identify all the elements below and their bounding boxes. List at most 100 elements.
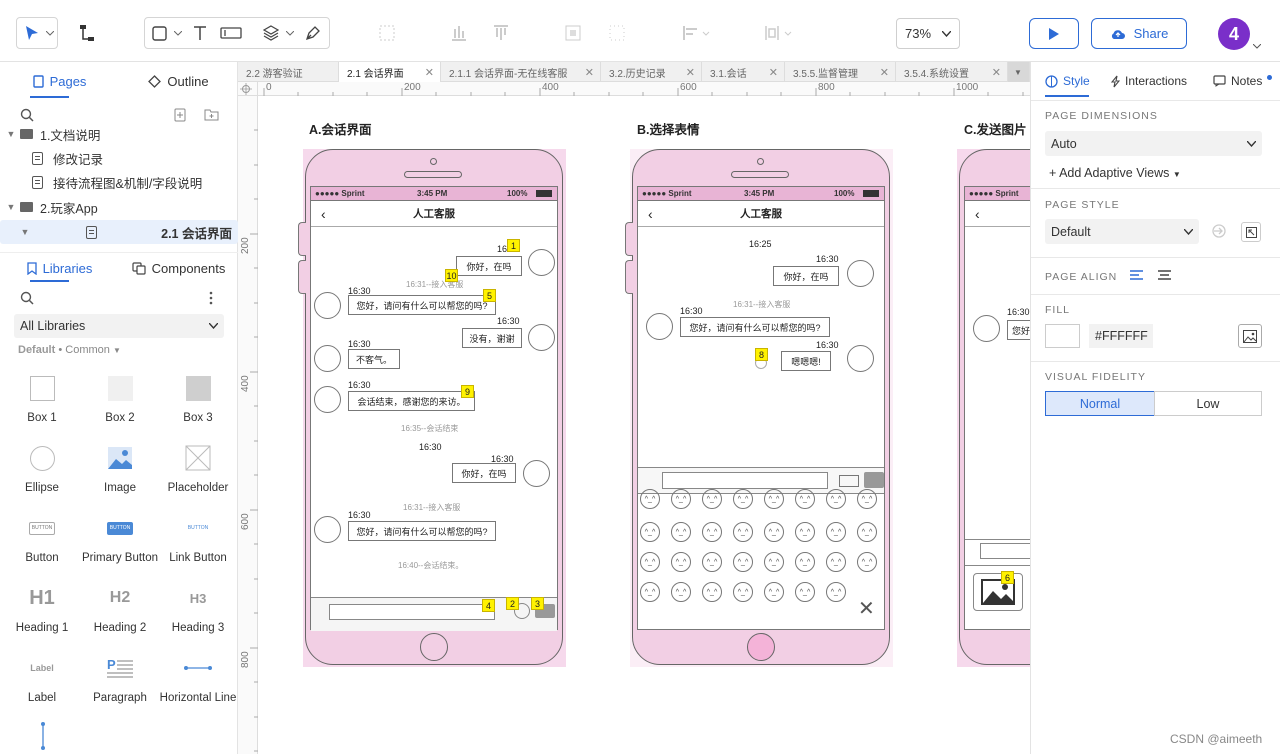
input-field-icon[interactable]	[218, 17, 244, 49]
open-style-manager-icon[interactable]	[1241, 222, 1261, 242]
keyboard-icon[interactable]	[839, 475, 859, 487]
group-icon[interactable]	[374, 17, 400, 49]
chevron-down-icon[interactable]	[172, 17, 184, 49]
pen-icon[interactable]	[302, 17, 324, 49]
widget-image[interactable]: Image	[80, 440, 160, 494]
doc-tab[interactable]: 2.1.1 会话界面-无在线客服 ✕	[441, 62, 601, 82]
message-bubble[interactable]: 你好，在吗	[773, 266, 839, 286]
close-icon[interactable]: ✕	[992, 66, 1001, 79]
doc-tab-active[interactable]: 2.1 会话界面 ✕	[339, 62, 441, 82]
close-icon[interactable]: ✕	[686, 66, 695, 79]
emoji-icon[interactable]: ^_^	[733, 552, 753, 572]
emoji-icon[interactable]: ^_^	[733, 582, 753, 602]
emoji-icon[interactable]: ^_^	[826, 552, 846, 572]
emoji-icon[interactable]: ^_^	[671, 522, 691, 542]
back-icon[interactable]: ‹	[975, 206, 980, 222]
annotation-marker[interactable]: 3	[531, 597, 544, 610]
emoji-icon[interactable]: ^_^	[795, 489, 815, 509]
close-emoji-icon[interactable]: ✕	[858, 596, 875, 621]
emoji-icon[interactable]: ^_^	[640, 489, 660, 509]
widget-heading3[interactable]: H3 Heading 3	[158, 580, 238, 635]
widget-primary-button[interactable]: BUTTON Primary Button	[80, 510, 160, 565]
close-icon[interactable]: ✕	[880, 66, 889, 79]
emoji-icon[interactable]: ^_^	[795, 582, 815, 602]
back-icon[interactable]: ‹	[648, 206, 653, 222]
widget-heading2[interactable]: H2 Heading 2	[80, 580, 160, 634]
preview-button[interactable]	[1029, 18, 1079, 49]
doc-tab[interactable]: 2.2 游客验证	[238, 62, 339, 82]
design-canvas[interactable]: A.会话界面 ●●●●● Sprint 3:45 PM 100% ‹ 人工客服 …	[259, 97, 1030, 754]
widget-paragraph[interactable]: P Paragraph	[80, 650, 160, 704]
message-bubble[interactable]: 您好，请问有什么可以帮您的吗?	[680, 317, 830, 337]
align-top-icon[interactable]	[488, 17, 514, 49]
tree-page-session[interactable]: ▼ 2.1 会话界面	[0, 220, 238, 244]
zoom-select[interactable]: 73%	[896, 18, 960, 49]
emoji-icon[interactable]: ^_^	[795, 552, 815, 572]
widget-heading1[interactable]: H1 Heading 1	[2, 580, 82, 635]
emoji-icon[interactable]: ^_^	[764, 489, 784, 509]
annotation-marker[interactable]: 9	[461, 385, 474, 398]
annotation-marker[interactable]: 2	[506, 597, 519, 610]
align-left-dropdown-icon[interactable]	[676, 17, 716, 49]
emoji-icon[interactable]: ^_^	[795, 522, 815, 542]
emoji-icon[interactable]: ^_^	[702, 552, 722, 572]
tab-notes[interactable]: Notes	[1213, 74, 1273, 88]
user-avatar[interactable]: 4	[1218, 18, 1250, 50]
doc-tab[interactable]: 3.1.会话 ✕	[702, 62, 785, 82]
doc-tab[interactable]: 3.5.4.系统设置 ✕	[896, 62, 1008, 82]
search-icon[interactable]	[20, 291, 34, 308]
screen-a-title[interactable]: A.会话界面	[309, 119, 372, 138]
message-bubble[interactable]: 你好，在吗	[452, 463, 516, 483]
emoji-icon[interactable]: ^_^	[640, 522, 660, 542]
screen-c-title[interactable]: C.发送图片	[964, 119, 1027, 138]
image-picker-button[interactable]	[973, 573, 1023, 611]
vertical-line-icon[interactable]	[40, 722, 46, 753]
emoji-icon[interactable]: ^_^	[857, 489, 877, 509]
widget-link-button[interactable]: BUTTON Link Button	[158, 510, 238, 564]
message-bubble[interactable]: 会话结束，感谢您的来访。	[348, 391, 475, 411]
doc-tab[interactable]: 3.2.历史记录 ✕	[601, 62, 702, 82]
tree-page-flow[interactable]: 接待流程图&机制/字段说明	[0, 170, 238, 194]
message-bubble[interactable]: 不客气。	[348, 349, 400, 369]
tab-style[interactable]: Style	[1045, 74, 1090, 88]
fill-hex-input[interactable]: #FFFFFF	[1089, 324, 1153, 348]
widget-button[interactable]: BUTTON Button	[2, 510, 82, 564]
tab-outline[interactable]: Outline	[119, 62, 238, 100]
screen-b-title[interactable]: B.选择表情	[637, 119, 700, 138]
tree-folder-app[interactable]: ▼ 2.玩家App	[0, 195, 238, 219]
chevron-down-icon[interactable]	[1252, 40, 1262, 52]
distribute-icon[interactable]	[560, 17, 586, 49]
page-style-select[interactable]: Default	[1045, 219, 1199, 244]
text-icon[interactable]	[190, 17, 210, 49]
emoji-icon[interactable]: ^_^	[826, 522, 846, 542]
emoji-icon[interactable]: ^_^	[733, 522, 753, 542]
emoji-icon[interactable]: ^_^	[857, 552, 877, 572]
home-button[interactable]	[747, 633, 775, 661]
fidelity-normal-button[interactable]: Normal	[1045, 391, 1155, 416]
distribute-dropdown-icon[interactable]	[758, 17, 798, 49]
doc-tab[interactable]: 3.5.5.监督管理 ✕	[785, 62, 896, 82]
chevron-down-icon[interactable]	[284, 17, 296, 49]
share-button[interactable]: Share	[1091, 18, 1187, 49]
message-input[interactable]	[662, 472, 828, 489]
widget-placeholder[interactable]: Placeholder	[158, 440, 238, 494]
emoji-icon[interactable]: ^_^	[640, 552, 660, 572]
emoji-icon[interactable]: ^_^	[764, 582, 784, 602]
message-bubble[interactable]: 嗯嗯嗯!	[781, 351, 831, 371]
tab-libraries[interactable]: Libraries	[0, 253, 119, 284]
widget-box3[interactable]: Box 3	[158, 370, 238, 424]
annotation-marker[interactable]: 10	[445, 269, 458, 282]
close-icon[interactable]: ✕	[425, 66, 434, 79]
annotation-marker[interactable]: 5	[483, 289, 496, 302]
home-button[interactable]	[420, 633, 448, 661]
tree-page-changelog[interactable]: 修改记录	[0, 146, 238, 170]
camera-icon[interactable]	[864, 472, 884, 488]
fill-image-icon[interactable]	[1238, 324, 1262, 348]
message-bubble[interactable]: 没有，谢谢	[462, 328, 522, 348]
message-bubble[interactable]: 您好	[1007, 320, 1030, 340]
fidelity-low-button[interactable]: Low	[1154, 391, 1262, 416]
emoji-icon[interactable]: ^_^	[702, 489, 722, 509]
message-bubble[interactable]: 您好，请问有什么可以帮您的吗?	[348, 521, 496, 541]
emoji-icon[interactable]: ^_^	[671, 489, 691, 509]
library-select[interactable]: All Libraries	[14, 314, 224, 338]
